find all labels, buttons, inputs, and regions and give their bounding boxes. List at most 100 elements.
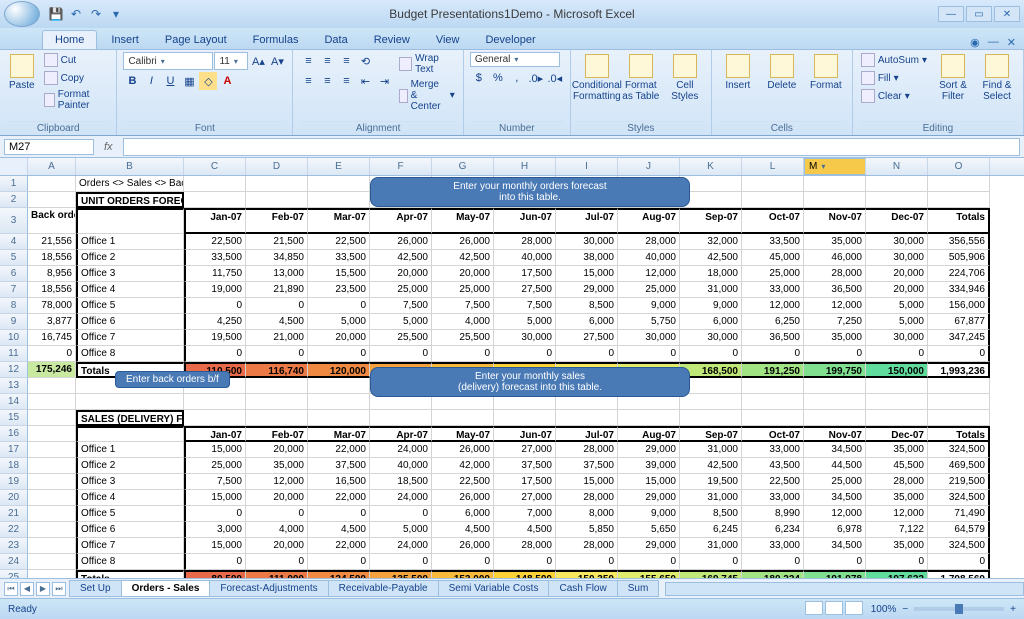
cell[interactable] bbox=[804, 394, 866, 410]
cell[interactable] bbox=[28, 394, 76, 410]
cell[interactable]: 29,000 bbox=[618, 538, 680, 554]
cell[interactable]: 150,000 bbox=[866, 362, 928, 378]
cell[interactable]: Oct-07 bbox=[742, 426, 804, 442]
cell[interactable]: 324,500 bbox=[928, 538, 990, 554]
cell[interactable]: 27,500 bbox=[556, 330, 618, 346]
cell[interactable]: 0 bbox=[618, 346, 680, 362]
row-header[interactable]: 7 bbox=[0, 282, 28, 298]
dec-decimal-button[interactable]: .0◂ bbox=[546, 69, 564, 87]
cell[interactable]: 35,000 bbox=[866, 442, 928, 458]
cell[interactable]: 12,000 bbox=[618, 266, 680, 282]
cell[interactable]: 16,500 bbox=[308, 474, 370, 490]
cell[interactable]: 34,850 bbox=[246, 250, 308, 266]
col-header[interactable]: F bbox=[370, 158, 432, 175]
cell[interactable]: 25,000 bbox=[432, 282, 494, 298]
cut-button[interactable]: Cut bbox=[42, 52, 111, 68]
autosum-button[interactable]: AutoSum ▾ bbox=[859, 52, 929, 68]
cell[interactable]: 0 bbox=[432, 346, 494, 362]
row-header[interactable]: 19 bbox=[0, 474, 28, 490]
cell[interactable]: 15,000 bbox=[184, 538, 246, 554]
cell[interactable]: 18,556 bbox=[28, 282, 76, 298]
cell[interactable]: 22,500 bbox=[432, 474, 494, 490]
cell[interactable]: 30,000 bbox=[618, 330, 680, 346]
cell[interactable]: Sep-07 bbox=[680, 208, 742, 234]
tab-developer[interactable]: Developer bbox=[473, 31, 547, 49]
cell[interactable]: 26,000 bbox=[432, 538, 494, 554]
italic-button[interactable]: I bbox=[142, 72, 160, 90]
select-all-corner[interactable] bbox=[0, 158, 28, 175]
cell[interactable] bbox=[76, 208, 184, 234]
cell[interactable] bbox=[184, 394, 246, 410]
cell[interactable]: 22,500 bbox=[184, 234, 246, 250]
cell[interactable]: Jun-07 bbox=[494, 426, 556, 442]
cell[interactable]: Mar-07 bbox=[308, 208, 370, 234]
row-header[interactable]: 6 bbox=[0, 266, 28, 282]
cell[interactable]: 33,000 bbox=[742, 282, 804, 298]
cell[interactable]: 20,000 bbox=[432, 266, 494, 282]
cell[interactable]: 5,000 bbox=[494, 314, 556, 330]
cell[interactable]: Aug-07 bbox=[618, 208, 680, 234]
sheet-tab[interactable]: Semi Variable Costs bbox=[438, 580, 550, 597]
cell[interactable]: 40,000 bbox=[494, 250, 556, 266]
cell[interactable] bbox=[76, 426, 184, 442]
align-center-button[interactable]: ≡ bbox=[318, 72, 336, 90]
cell[interactable]: 0 bbox=[184, 554, 246, 570]
cell[interactable]: 7,500 bbox=[494, 298, 556, 314]
cell[interactable]: 7,500 bbox=[432, 298, 494, 314]
fx-icon[interactable]: fx bbox=[98, 141, 119, 153]
cell[interactable]: 4,000 bbox=[432, 314, 494, 330]
help-icon[interactable]: ◉ bbox=[970, 36, 980, 49]
row-header[interactable]: 10 bbox=[0, 330, 28, 346]
cell[interactable] bbox=[184, 192, 246, 208]
cell[interactable]: 150,350 bbox=[556, 570, 618, 578]
shrink-font-button[interactable]: A▾ bbox=[268, 52, 286, 70]
cell[interactable]: Jun-07 bbox=[494, 208, 556, 234]
cell[interactable]: Office 8 bbox=[76, 554, 184, 570]
cell[interactable]: 5,000 bbox=[866, 314, 928, 330]
maximize-button[interactable]: ▭ bbox=[966, 6, 992, 22]
cell[interactable]: 19,500 bbox=[680, 474, 742, 490]
cell[interactable] bbox=[742, 410, 804, 426]
sheet-tab[interactable]: Receivable-Payable bbox=[328, 580, 439, 597]
row-header[interactable]: 5 bbox=[0, 250, 28, 266]
cell[interactable]: 0 bbox=[618, 554, 680, 570]
tab-page-layout[interactable]: Page Layout bbox=[153, 31, 239, 49]
indent-inc-button[interactable]: ⇥ bbox=[375, 72, 393, 90]
cell[interactable]: 4,500 bbox=[308, 522, 370, 538]
cell[interactable]: 33,500 bbox=[308, 250, 370, 266]
cell[interactable]: 35,000 bbox=[866, 490, 928, 506]
row-header[interactable]: 12 bbox=[0, 362, 28, 378]
cell[interactable] bbox=[866, 176, 928, 192]
col-header[interactable]: H bbox=[494, 158, 556, 175]
cell[interactable] bbox=[28, 474, 76, 490]
cell[interactable]: 120,000 bbox=[308, 362, 370, 378]
cell[interactable]: May-07 bbox=[432, 426, 494, 442]
cell[interactable] bbox=[804, 378, 866, 394]
cell[interactable]: 324,500 bbox=[928, 490, 990, 506]
zoom-level[interactable]: 100% bbox=[871, 604, 897, 615]
align-right-button[interactable]: ≡ bbox=[337, 72, 355, 90]
cell[interactable]: 15,000 bbox=[556, 474, 618, 490]
cell[interactable]: 135,500 bbox=[370, 570, 432, 578]
format-painter-button[interactable]: Format Painter bbox=[42, 88, 111, 112]
tab-nav-prev[interactable]: ◀ bbox=[20, 582, 34, 596]
paste-button[interactable]: Paste bbox=[6, 52, 38, 91]
cell[interactable]: 8,990 bbox=[742, 506, 804, 522]
indent-dec-button[interactable]: ⇤ bbox=[356, 72, 374, 90]
cell[interactable]: 12,000 bbox=[246, 474, 308, 490]
cell[interactable]: 16,745 bbox=[28, 330, 76, 346]
cell[interactable] bbox=[184, 410, 246, 426]
cell[interactable] bbox=[804, 410, 866, 426]
cell[interactable]: 191,978 bbox=[804, 570, 866, 578]
cell[interactable]: 6,245 bbox=[680, 522, 742, 538]
cell[interactable]: 5,000 bbox=[308, 314, 370, 330]
cell[interactable] bbox=[370, 410, 432, 426]
cell[interactable]: 43,500 bbox=[742, 458, 804, 474]
cell[interactable]: Office 5 bbox=[76, 506, 184, 522]
cell[interactable]: 18,556 bbox=[28, 250, 76, 266]
cell[interactable] bbox=[28, 410, 76, 426]
cell[interactable]: 30,000 bbox=[866, 330, 928, 346]
view-buttons[interactable] bbox=[805, 601, 865, 618]
cell[interactable]: 33,500 bbox=[184, 250, 246, 266]
cell[interactable]: 21,000 bbox=[246, 330, 308, 346]
